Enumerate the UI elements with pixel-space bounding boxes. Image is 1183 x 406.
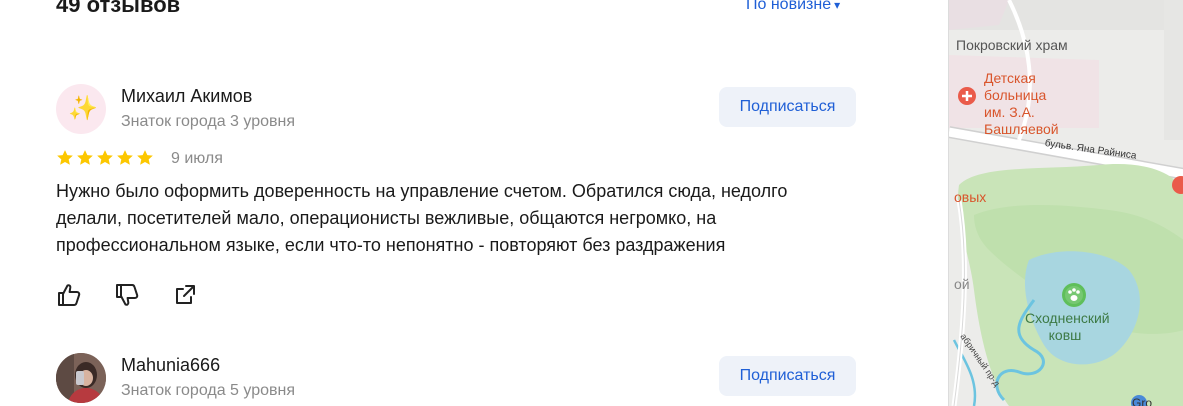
map-label-partial: Gro [1132, 396, 1153, 406]
park-name: Сходненский ковш [1025, 310, 1110, 343]
author-name[interactable]: Михаил Акимов [121, 86, 252, 107]
avatar[interactable] [56, 353, 106, 403]
star-rating [56, 149, 154, 167]
review-text: Нужно было оформить доверенность на упра… [56, 181, 788, 255]
thumbs-down-icon[interactable] [114, 282, 140, 308]
map-label-partial: овых [954, 189, 987, 205]
hospital-name: Детская больница им. З.А. Башляевой [984, 70, 1059, 137]
review-date: 9 июля [171, 150, 223, 167]
avatar[interactable]: ✨ [56, 84, 106, 134]
map-label-park[interactable]: Сходненский ковш [1025, 310, 1110, 344]
reviews-panel: 49 отзывов По новизне ▾ ✨ Михаил Акимов З… [0, 0, 948, 406]
review-actions [56, 282, 198, 308]
map-label-hospital[interactable]: Детская больница им. З.А. Башляевой [984, 70, 1069, 138]
user-photo-icon [56, 353, 106, 403]
subscribe-button[interactable]: Подписаться [719, 356, 856, 396]
author-name[interactable]: Mahunia666 [121, 355, 220, 376]
sort-label: По новизне [746, 0, 832, 13]
sort-dropdown[interactable]: По новизне ▾ [746, 0, 840, 14]
star-icon [117, 150, 133, 165]
share-icon[interactable] [172, 282, 198, 308]
map-label-church[interactable]: Покровский храм [956, 37, 1068, 54]
map-panel[interactable]: Покровский храм Детская больница им. З.А… [948, 0, 1183, 406]
caret-down-icon: ▾ [834, 0, 841, 12]
star-icon [77, 150, 93, 165]
thumbs-up-icon[interactable] [56, 282, 82, 308]
subscribe-button[interactable]: Подписаться [719, 87, 856, 127]
author-level: Знаток города 3 уровня [121, 113, 296, 130]
reviews-count: 49 отзывов [56, 0, 181, 17]
sparkles-icon: ✨ [68, 95, 98, 122]
star-icon [137, 150, 153, 165]
star-icon [97, 150, 113, 165]
author-level: Знаток города 5 уровня [121, 382, 296, 399]
star-icon [57, 150, 73, 165]
map-label-partial: ой [954, 276, 970, 292]
